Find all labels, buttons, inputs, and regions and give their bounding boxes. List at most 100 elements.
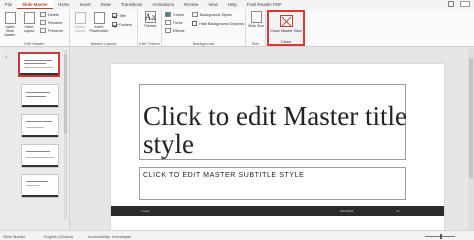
group-label-background: Background bbox=[192, 41, 215, 46]
thumbnail-layout[interactable] bbox=[21, 144, 59, 168]
effects-dropdown[interactable]: Effects bbox=[165, 28, 185, 33]
date-placeholder[interactable]: 4/01/2024 bbox=[340, 209, 353, 213]
thumbnail-layout[interactable] bbox=[21, 174, 59, 198]
title-placeholder[interactable]: Click to edit Master title style bbox=[139, 84, 407, 160]
close-master-view-label: Close Master View bbox=[270, 29, 302, 33]
hide-background-graphics-box bbox=[192, 21, 197, 26]
delete-label: Delete bbox=[48, 12, 59, 17]
group-label-master-layout: Master Layout bbox=[90, 41, 117, 46]
effects-label: Effects bbox=[173, 28, 185, 33]
thumbnail-scrollbar-thumb[interactable] bbox=[64, 54, 67, 134]
group-edit-master: Insert Slide Master Insert Layout Delete… bbox=[0, 9, 70, 47]
master-layout-button-label: Master Layout bbox=[74, 25, 86, 33]
master-layout-icon bbox=[74, 12, 86, 24]
footer-band: Footer 4/01/2024 ‹#› bbox=[111, 206, 444, 216]
slide-canvas: Click to edit Master title style CLICK T… bbox=[71, 48, 474, 230]
slide-size-button[interactable]: Slide Size bbox=[248, 11, 264, 28]
rename-label: Rename bbox=[48, 20, 63, 25]
background-styles-dropdown[interactable]: Background Styles bbox=[192, 12, 232, 17]
preserve-button[interactable]: Preserve bbox=[40, 28, 63, 33]
status-language[interactable]: English (Ghana) bbox=[44, 234, 73, 239]
slide-size-icon bbox=[250, 11, 262, 23]
themes-icon: Aa bbox=[144, 11, 156, 23]
delete-button[interactable]: Delete bbox=[40, 12, 59, 17]
status-mode: Slide Master bbox=[3, 233, 26, 239]
powerpoint-window: File Slide Master Home Insert Draw Trans… bbox=[0, 0, 474, 240]
tab-draw[interactable]: Draw bbox=[96, 0, 116, 9]
insert-slide-master-label: Insert Slide Master bbox=[4, 25, 16, 37]
tab-review[interactable]: Review bbox=[179, 0, 203, 9]
thumbnail-number: 1 bbox=[5, 54, 8, 59]
insert-layout-icon bbox=[23, 12, 35, 24]
comments-icon[interactable] bbox=[448, 1, 454, 7]
status-accessibility[interactable]: Accessibility: Investigate bbox=[88, 234, 131, 239]
slide-number-placeholder[interactable]: ‹#› bbox=[396, 209, 400, 213]
rename-icon bbox=[40, 20, 46, 25]
group-master-layout: Master Layout Insert Placeholder Title F… bbox=[70, 9, 138, 47]
share-button[interactable] bbox=[460, 1, 470, 7]
footers-checkbox-box bbox=[112, 22, 117, 27]
delete-icon bbox=[40, 12, 46, 17]
footers-checkbox[interactable]: Footers bbox=[112, 22, 132, 27]
slide-master-preview: Click to edit Master title style CLICK T… bbox=[111, 64, 444, 230]
slide-size-label: Slide Size bbox=[248, 24, 264, 28]
themes-label: Themes bbox=[143, 24, 157, 28]
title-checkbox-label: Title bbox=[119, 13, 127, 18]
colors-dropdown[interactable]: Colors bbox=[165, 12, 184, 17]
tab-slide-master[interactable]: Slide Master bbox=[17, 0, 53, 9]
preserve-label: Preserve bbox=[48, 28, 64, 33]
rename-button[interactable]: Rename bbox=[40, 20, 62, 25]
group-label-edit-theme: Edit Theme bbox=[139, 41, 160, 46]
insert-slide-master-button[interactable]: Insert Slide Master bbox=[2, 12, 18, 37]
thumbnail-layout[interactable] bbox=[21, 84, 59, 108]
background-styles-label: Background Styles bbox=[200, 12, 232, 17]
insert-placeholder-label: Insert Placeholder bbox=[89, 25, 109, 33]
hide-background-graphics-label: Hide Background Graphics bbox=[199, 21, 245, 26]
tab-animations[interactable]: Animations bbox=[147, 0, 179, 9]
tab-file[interactable]: File bbox=[0, 0, 17, 9]
tab-insert[interactable]: Insert bbox=[75, 0, 96, 9]
master-layout-button[interactable]: Master Layout bbox=[72, 12, 88, 33]
insert-layout-button[interactable]: Insert Layout bbox=[22, 12, 36, 33]
group-edit-theme: Aa Themes Edit Theme bbox=[138, 9, 162, 47]
canvas-scrollbar[interactable] bbox=[468, 48, 474, 230]
ribbon-tabs: File Slide Master Home Insert Draw Trans… bbox=[0, 0, 474, 9]
close-master-view-icon bbox=[280, 15, 293, 27]
themes-button[interactable]: Aa Themes bbox=[141, 11, 159, 28]
thumbnail-scrollbar[interactable] bbox=[64, 50, 67, 220]
zoom-slider-thumb[interactable] bbox=[440, 233, 442, 239]
subtitle-placeholder[interactable]: CLICK TO EDIT MASTER SUBTITLE STYLE bbox=[139, 167, 406, 200]
group-label-size: Size bbox=[251, 41, 260, 46]
thumbnail-slide-master[interactable] bbox=[18, 52, 60, 77]
hide-background-graphics-checkbox[interactable]: Hide Background Graphics bbox=[192, 21, 244, 26]
title-placeholder-text[interactable]: Click to edit Master title style bbox=[143, 102, 407, 158]
group-label-edit-master: Edit Master bbox=[24, 41, 45, 46]
tab-view[interactable]: View bbox=[203, 0, 222, 9]
tab-foxit-reader-pdf[interactable]: Foxit Reader PDF bbox=[242, 0, 287, 9]
title-checkbox[interactable]: Title bbox=[112, 13, 126, 18]
title-checkbox-box bbox=[112, 13, 117, 18]
colors-icon bbox=[165, 12, 171, 17]
footers-checkbox-label: Footers bbox=[119, 22, 132, 27]
footer-placeholder[interactable]: Footer bbox=[141, 209, 150, 213]
tab-transitions[interactable]: Transitions bbox=[116, 0, 147, 9]
fonts-icon bbox=[165, 20, 171, 25]
close-master-view-button[interactable]: Close Master View Close bbox=[267, 10, 305, 46]
slide-thumbnail-pane: 1 bbox=[0, 48, 70, 230]
colors-label: Colors bbox=[173, 12, 184, 17]
fonts-label: Fonts bbox=[173, 20, 183, 25]
canvas-scrollbar-thumb[interactable] bbox=[469, 58, 473, 178]
insert-placeholder-icon bbox=[93, 12, 105, 24]
tab-home[interactable]: Home bbox=[53, 0, 75, 9]
ribbon: Insert Slide Master Insert Layout Delete… bbox=[0, 9, 474, 47]
thumbnail-layout[interactable] bbox=[21, 114, 59, 138]
group-background: Colors Fonts Effects Background Styles H… bbox=[162, 9, 246, 47]
subtitle-placeholder-text[interactable]: CLICK TO EDIT MASTER SUBTITLE STYLE bbox=[143, 172, 304, 179]
preserve-icon bbox=[40, 28, 46, 33]
fonts-dropdown[interactable]: Fonts bbox=[165, 20, 183, 25]
insert-layout-label: Insert Layout bbox=[23, 25, 35, 33]
insert-placeholder-button[interactable]: Insert Placeholder bbox=[89, 12, 109, 33]
group-label-close: Close bbox=[280, 39, 292, 44]
ribbon-right-controls bbox=[448, 1, 470, 7]
tab-help[interactable]: Help bbox=[223, 0, 242, 9]
